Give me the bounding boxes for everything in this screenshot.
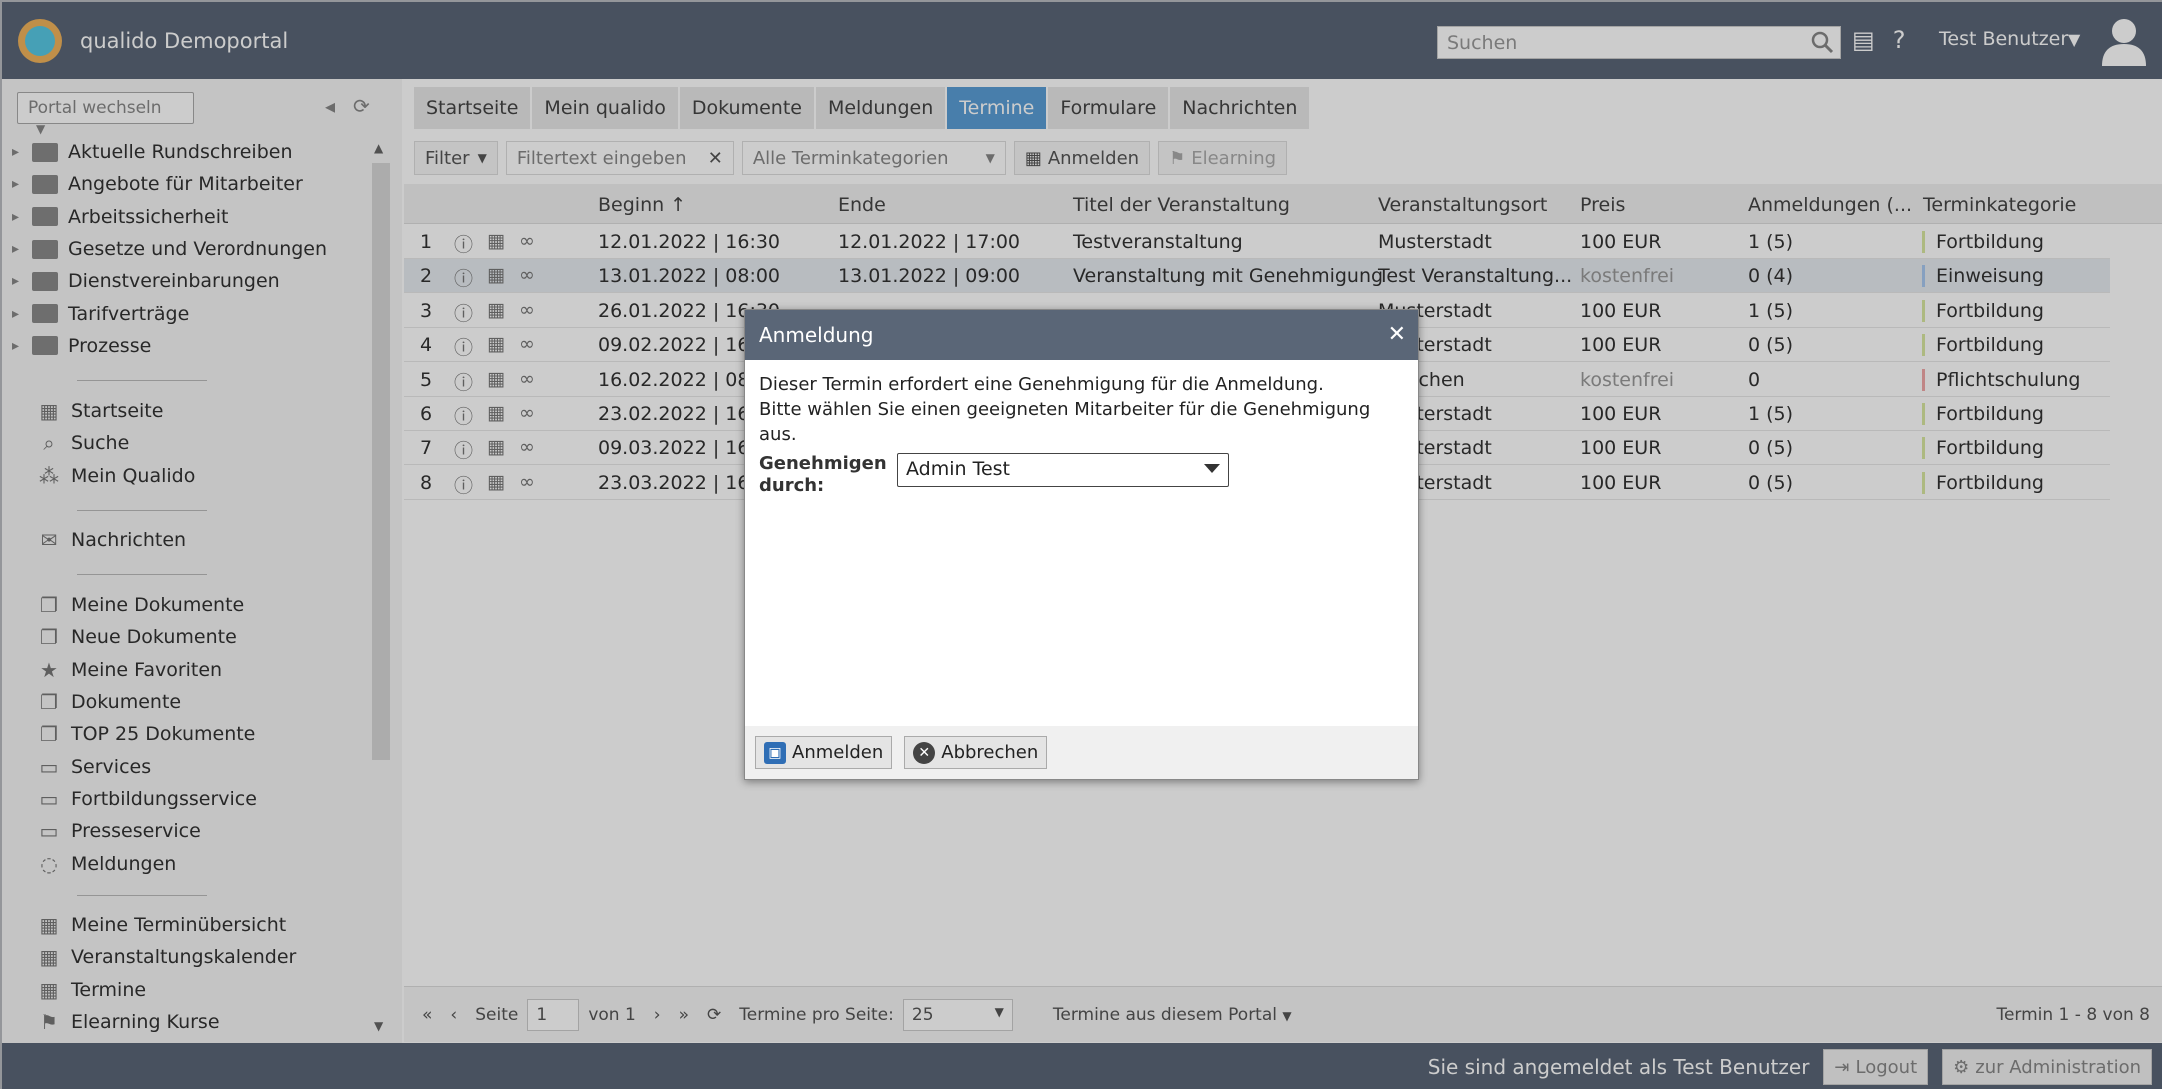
cancel-button[interactable]: ✕ Abbrechen xyxy=(904,736,1048,769)
dialog-header: Anmeldung ✕ xyxy=(745,310,1418,360)
dialog-message-line: Dieser Termin erfordert eine Genehmigung… xyxy=(759,374,1324,395)
submit-register-button[interactable]: ▣ Anmelden xyxy=(755,736,893,769)
dialog-footer: ▣ Anmelden ✕ Abbrechen xyxy=(745,726,1418,779)
approver-form: Genehmigen durch: Admin Test xyxy=(759,453,1229,497)
dialog-message-line: Bitte wählen Sie einen geeigneten Mitarb… xyxy=(759,399,1371,445)
cancel-label: Abbrechen xyxy=(941,742,1039,763)
dialog-title: Anmeldung xyxy=(759,323,874,347)
approver-label: Genehmigen durch: xyxy=(759,453,897,497)
approver-label-line: durch: xyxy=(759,475,825,496)
approver-label-line: Genehmigen xyxy=(759,453,887,474)
approver-value: Admin Test xyxy=(906,458,1011,480)
cancel-icon: ✕ xyxy=(913,741,936,764)
dialog-message: Dieser Termin erfordert eine Genehmigung… xyxy=(745,360,1418,459)
registration-dialog: Anmeldung ✕ Dieser Termin erfordert eine… xyxy=(744,309,1419,780)
close-icon[interactable]: ✕ xyxy=(1388,322,1406,347)
approver-select[interactable]: Admin Test xyxy=(897,453,1229,487)
submit-label: Anmelden xyxy=(792,742,884,763)
chevron-down-icon xyxy=(1204,464,1220,473)
save-icon: ▣ xyxy=(764,741,786,764)
